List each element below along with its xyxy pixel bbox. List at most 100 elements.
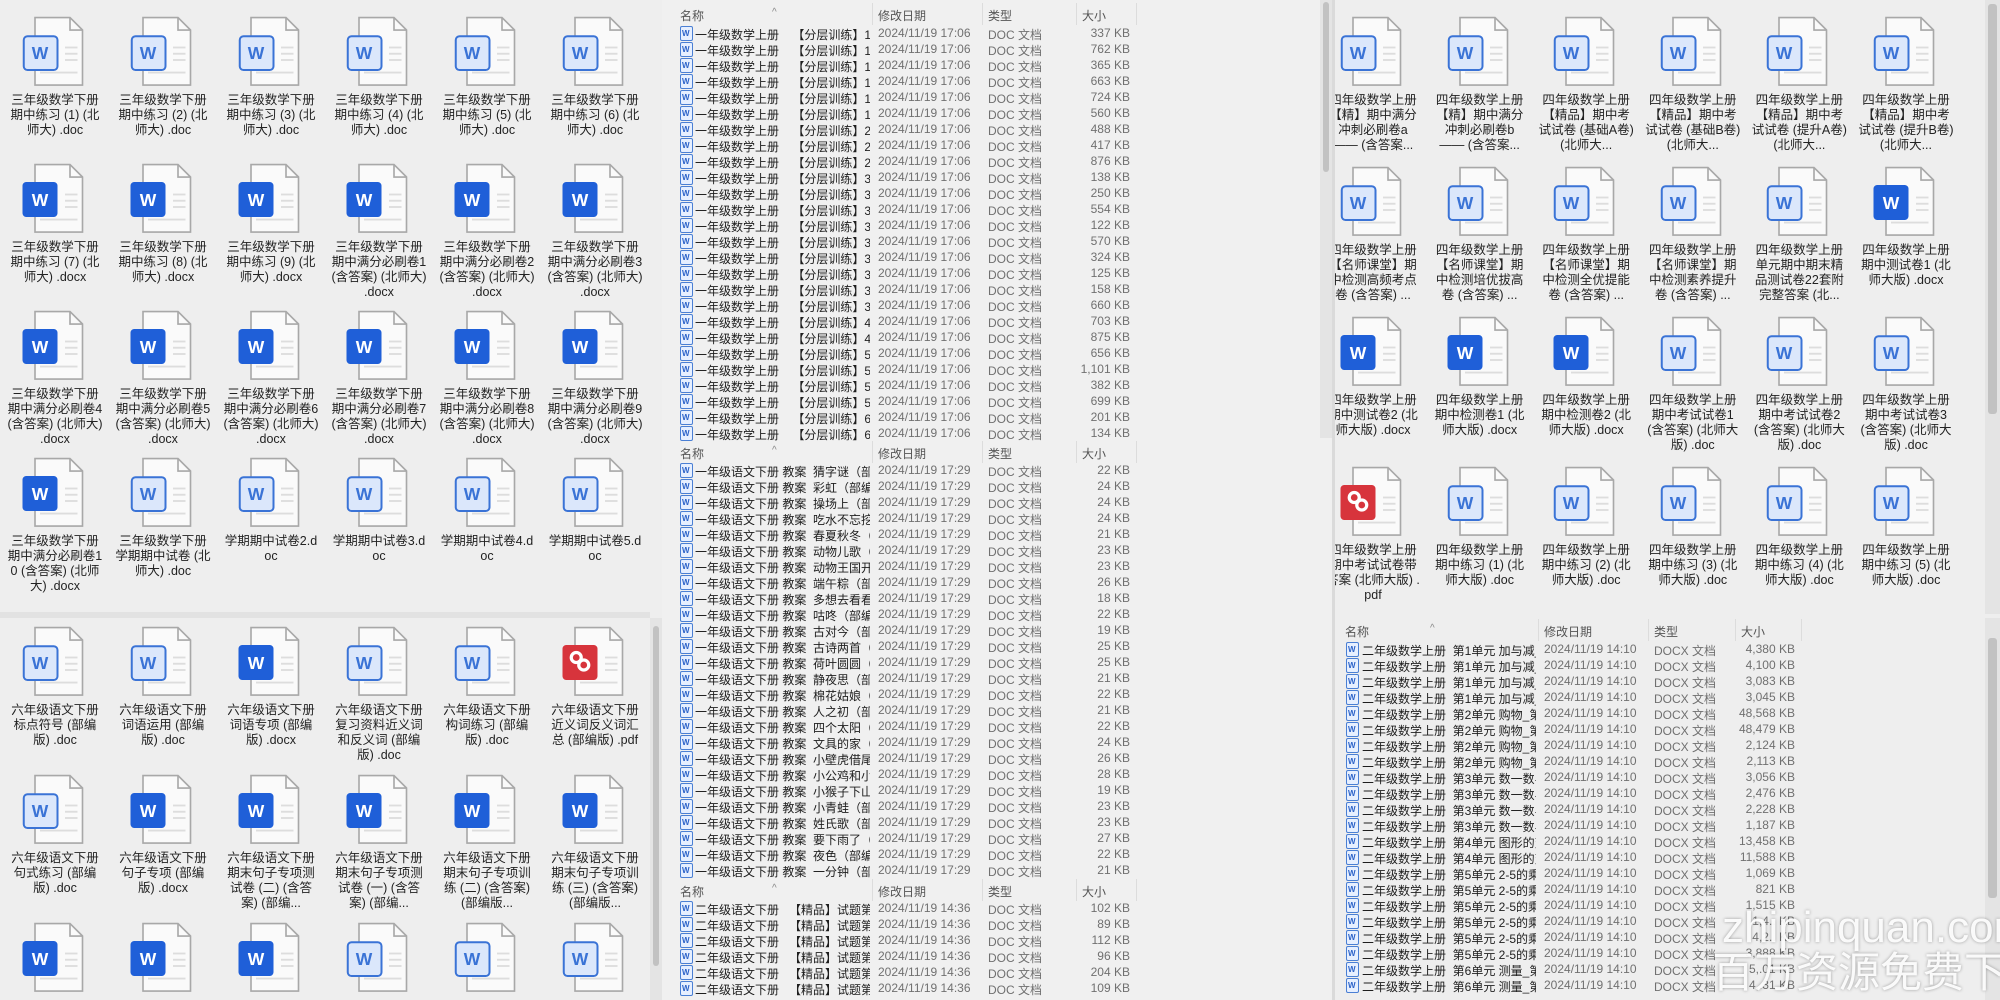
column-header-size[interactable]: 大小 bbox=[1741, 623, 1765, 640]
file-row[interactable]: 一年级数学上册 【分层训练】3.8 乘车... 2024/11/19 17:06… bbox=[662, 281, 1322, 298]
column-header-name[interactable]: 名称 bbox=[680, 7, 704, 24]
file-item[interactable]: W 学期期中试卷2.doc bbox=[217, 451, 325, 598]
file-row[interactable]: 二年级数学上册 第1单元 加与减_第02... 2024/11/19 14:10… bbox=[1335, 673, 1985, 690]
file-item[interactable]: W 四年级数学上册【精品】期中考试试卷 (提升B卷) (北师大... bbox=[1852, 10, 1960, 160]
file-item[interactable]: W 学期期中试卷4.doc bbox=[433, 451, 541, 598]
column-header-type[interactable]: 类型 bbox=[988, 7, 1012, 24]
file-row[interactable]: 二年级数学上册 第2单元 购物_第02讲 ... 2024/11/19 14:1… bbox=[1335, 737, 1985, 754]
column-separator[interactable] bbox=[872, 3, 873, 25]
file-item[interactable]: 四年级数学上册期中考试试卷带答案 (北师大版) .pdf bbox=[1335, 460, 1427, 610]
file-row[interactable]: 一年级数学上册 【分层训练】5.1 前后... 2024/11/19 17:06… bbox=[662, 345, 1322, 362]
file-row[interactable]: 一年级语文下册 教案 夜色（部编版）.... 2024/11/19 17:29 … bbox=[662, 846, 1322, 863]
column-separator[interactable] bbox=[1538, 619, 1539, 641]
file-row[interactable]: 一年级语文下册 教案 小青蛙（部编版... 2024/11/19 17:29 D… bbox=[662, 798, 1322, 815]
file-row[interactable]: 一年级语文下册 教案 小公鸡和小鸭子... 2024/11/19 17:29 D… bbox=[662, 766, 1322, 783]
file-item[interactable]: W 三年级数学下册期中练习 (1) (北师大) .doc bbox=[1, 10, 109, 157]
column-header-date[interactable]: 修改日期 bbox=[878, 883, 926, 900]
file-row[interactable]: 一年级数学上册 【分层训练】6.1 认识... 2024/11/19 17:06… bbox=[662, 409, 1322, 426]
file-item[interactable]: W 三年级数学下册期中满分必刷卷10 (含答案) (北师大) .docx bbox=[1, 451, 109, 598]
file-row[interactable]: 一年级语文下册 教案 猜字谜（部编版... 2024/11/19 17:29 D… bbox=[662, 462, 1322, 479]
file-row[interactable]: 一年级数学上册 【分层训练】4.1 整理... 2024/11/19 17:06… bbox=[662, 313, 1322, 330]
file-item[interactable]: W 三年级数学下册期中满分必刷卷2 (含答案) (北师大) .docx bbox=[433, 157, 541, 304]
column-header-date[interactable]: 修改日期 bbox=[1544, 623, 1592, 640]
file-row[interactable]: 一年级数学上册 【分层训练】1.4 文具... 2024/11/19 17:06… bbox=[662, 73, 1322, 90]
file-item[interactable]: W 四年级数学上册期中考试试卷2 (含答案) (北师大版) .doc bbox=[1745, 310, 1853, 460]
file-row[interactable]: 一年级语文下册 教案 动物王国开大会... 2024/11/19 17:29 D… bbox=[662, 558, 1322, 575]
file-row[interactable]: 一年级语文下册 教案 古诗两首（部编... 2024/11/19 17:29 D… bbox=[662, 638, 1322, 655]
column-separator[interactable] bbox=[1648, 619, 1649, 641]
file-row[interactable]: 二年级数学上册 第3单元 数一数与乘法_... 2024/11/19 14:10… bbox=[1335, 817, 1985, 834]
file-row[interactable]: 一年级数学上册 【分层训练】4.2 一起... 2024/11/19 17:06… bbox=[662, 329, 1322, 346]
file-row[interactable]: 一年级数学上册 【分层训练】3.9 做个... 2024/11/19 17:06… bbox=[662, 297, 1322, 314]
scrollbar-thumb[interactable] bbox=[1323, 2, 1329, 172]
right-top-scrollbar[interactable] bbox=[1985, 0, 2000, 614]
file-row[interactable]: 二年级数学上册 第4单元 图形的变化_第... 2024/11/19 14:10… bbox=[1335, 849, 1985, 866]
column-separator[interactable] bbox=[1076, 441, 1077, 463]
file-row[interactable]: 一年级数学上册 【分层训练】1.6 动物... 2024/11/19 17:06… bbox=[662, 105, 1322, 122]
file-row[interactable]: 一年级语文下册 教案 古对今（部编版... 2024/11/19 17:29 D… bbox=[662, 622, 1322, 639]
middle-top-scrollbar[interactable] bbox=[1320, 0, 1332, 438]
file-item[interactable]: W 六年级语文下册构词练习 (部编版) .doc bbox=[433, 620, 541, 768]
column-separator[interactable] bbox=[982, 3, 983, 25]
file-row[interactable]: 一年级语文下册 教案 彩虹（部编版）.... 2024/11/19 17:29 … bbox=[662, 478, 1322, 495]
column-header-name[interactable]: 名称 bbox=[1345, 623, 1369, 640]
file-row[interactable]: 二年级数学上册 第5单元 2-5的乘法口... 2024/11/19 14:10… bbox=[1335, 865, 1985, 882]
column-separator[interactable] bbox=[982, 879, 983, 901]
column-separator[interactable] bbox=[1801, 619, 1802, 641]
file-row[interactable]: 一年级数学上册 【分层训练】1.3 小猫... 2024/11/19 17:06… bbox=[662, 57, 1322, 74]
file-row[interactable]: 一年级数学上册 【分层训练】3.6 可爱... 2024/11/19 17:06… bbox=[662, 249, 1322, 266]
file-item[interactable]: W 三年级数学下册期中满分必刷卷5 (含答案) (北师大) .docx bbox=[109, 304, 217, 451]
file-item[interactable]: W 学期期中试卷3.doc bbox=[325, 451, 433, 598]
file-row[interactable]: 一年级数学上册 【分层训练】2.3 跳跳... 2024/11/19 17:06… bbox=[662, 153, 1322, 170]
file-row[interactable]: 二年级数学上册 第4单元 图形的变化_第... 2024/11/19 14:10… bbox=[1335, 833, 1985, 850]
column-header-size[interactable]: 大小 bbox=[1082, 7, 1106, 24]
file-item[interactable]: W 四年级数学上册【名师课堂】期中检测高频考点卷 (含答案) ... bbox=[1335, 160, 1427, 310]
file-row[interactable]: 一年级语文下册 教案 人之初（部编版... 2024/11/19 17:29 D… bbox=[662, 702, 1322, 719]
file-item[interactable]: W 四年级数学上册【名师课堂】期中检测全优提能卷 (含答案) ... bbox=[1532, 160, 1640, 310]
file-row[interactable]: 一年级数学上册 【分层训练】5.2 上下... 2024/11/19 17:06… bbox=[662, 361, 1322, 378]
file-row[interactable]: 二年级数学上册 第2单元 购物_第01讲 ... 2024/11/19 14:1… bbox=[1335, 721, 1985, 738]
file-row[interactable]: 一年级语文下册 教案 要下雨了（部编... 2024/11/19 17:29 D… bbox=[662, 830, 1322, 847]
file-item[interactable]: W 四年级数学上册【精品】期中考试试卷 (基础B卷) (北师大... bbox=[1639, 10, 1747, 160]
file-item[interactable]: W 三年级数学下册期中满分必刷卷9 (含答案) (北师大) .docx bbox=[541, 304, 649, 451]
scrollbar-thumb[interactable] bbox=[1988, 4, 1997, 414]
file-row[interactable]: 一年级数学上册 【分层训练】3.3 猜数... 2024/11/19 17:06… bbox=[662, 201, 1322, 218]
file-row[interactable]: 一年级数学上册 【分层训练】3.2 可爱... 2024/11/19 17:06… bbox=[662, 185, 1322, 202]
file-row[interactable]: 一年级语文下册 教案 多想去看看（部... 2024/11/19 17:29 D… bbox=[662, 590, 1322, 607]
file-item[interactable]: W 四年级数学上册期中练习 (5) (北师大版) .doc bbox=[1852, 460, 1960, 610]
file-item[interactable]: W 三年级数学下册期中练习 (7) (北师大) .docx bbox=[1, 157, 109, 304]
file-item[interactable]: W 三年级数学下册期中练习 (2) (北师大) .doc bbox=[109, 10, 217, 157]
column-header-type[interactable]: 类型 bbox=[1654, 623, 1678, 640]
file-row[interactable]: 一年级语文下册 教案 棉花姑娘（部编... 2024/11/19 17:29 D… bbox=[662, 686, 1322, 703]
column-header-date[interactable]: 修改日期 bbox=[878, 445, 926, 462]
file-item[interactable]: W 四年级数学上册【名师课堂】期中检测培优拔高卷 (含答案) ... bbox=[1426, 160, 1534, 310]
file-item[interactable]: W 三年级数学下册期中满分必刷卷4 (含答案) (北师大) .docx bbox=[1, 304, 109, 451]
file-row[interactable]: 二年级数学上册 第1单元 加与减_第02... 2024/11/19 14:10… bbox=[1335, 689, 1985, 706]
file-item[interactable]: W 六年级语文下册句式练习 (部编版) .doc bbox=[1, 768, 109, 916]
file-item[interactable]: W 六年级语文下册词语专项 (部编版) .docx bbox=[217, 620, 325, 768]
file-row[interactable]: 一年级语文下册 教案 小壁虎借尾巴（... 2024/11/19 17:29 D… bbox=[662, 750, 1322, 767]
file-item[interactable]: W 四年级数学上册期中检测卷1 (北师大版) .docx bbox=[1426, 310, 1534, 460]
column-header-size[interactable]: 大小 bbox=[1082, 445, 1106, 462]
file-item[interactable]: W bbox=[1, 916, 109, 996]
file-item[interactable]: W 三年级数学下册期中练习 (4) (北师大) .doc bbox=[325, 10, 433, 157]
file-row[interactable]: 一年级语文下册 教案 咕咚（部编版）.... 2024/11/19 17:29 … bbox=[662, 606, 1322, 623]
file-row[interactable]: 二年级数学上册 第5单元 2-5的乘法口... 2024/11/19 14:10… bbox=[1335, 881, 1985, 898]
file-row[interactable]: 一年级语文下册 教案 文具的家（部编... 2024/11/19 17:29 D… bbox=[662, 734, 1322, 751]
file-row[interactable]: 一年级数学上册 【分层训练】1.5 快乐... 2024/11/19 17:06… bbox=[662, 89, 1322, 106]
file-item[interactable]: W 四年级数学上册期中练习 (2) (北师大版) .doc bbox=[1532, 460, 1640, 610]
file-item[interactable]: W 三年级数学下册期中满分必刷卷6 (含答案) (北师大) .docx bbox=[217, 304, 325, 451]
file-item[interactable]: W bbox=[217, 916, 325, 996]
file-row[interactable]: 一年级语文下册 教案 四个太阳（部编... 2024/11/19 17:29 D… bbox=[662, 718, 1322, 735]
file-item[interactable]: W 六年级语文下册句子专项 (部编版) .docx bbox=[109, 768, 217, 916]
file-item[interactable]: W 学期期中试卷5.doc bbox=[541, 451, 649, 598]
file-row[interactable]: 二年级数学上册 第3单元 数一数与乘法_... 2024/11/19 14:10… bbox=[1335, 785, 1985, 802]
file-row[interactable]: 二年级语文下册 【精品】试题第七单元... 2024/11/19 14:36 D… bbox=[662, 948, 1322, 965]
file-row[interactable]: 二年级数学上册 第2单元 购物_第01讲 ... 2024/11/19 14:1… bbox=[1335, 705, 1985, 722]
left-bottom-scrollbar[interactable] bbox=[650, 618, 662, 1000]
file-item[interactable]: W bbox=[541, 916, 649, 996]
file-row[interactable]: 一年级数学上册 【分层训练】3.5 跳绳... 2024/11/19 17:06… bbox=[662, 233, 1322, 250]
file-row[interactable]: 一年级数学上册 【分层训练】1.1 快乐... 2024/11/19 17:06… bbox=[662, 25, 1322, 42]
file-row[interactable]: 一年级语文下册 教案 荷叶圆圆（部编... 2024/11/19 17:29 D… bbox=[662, 654, 1322, 671]
file-item[interactable]: W 六年级语文下册期末句子专项测试卷 (二) (含答案) (部编... bbox=[217, 768, 325, 916]
